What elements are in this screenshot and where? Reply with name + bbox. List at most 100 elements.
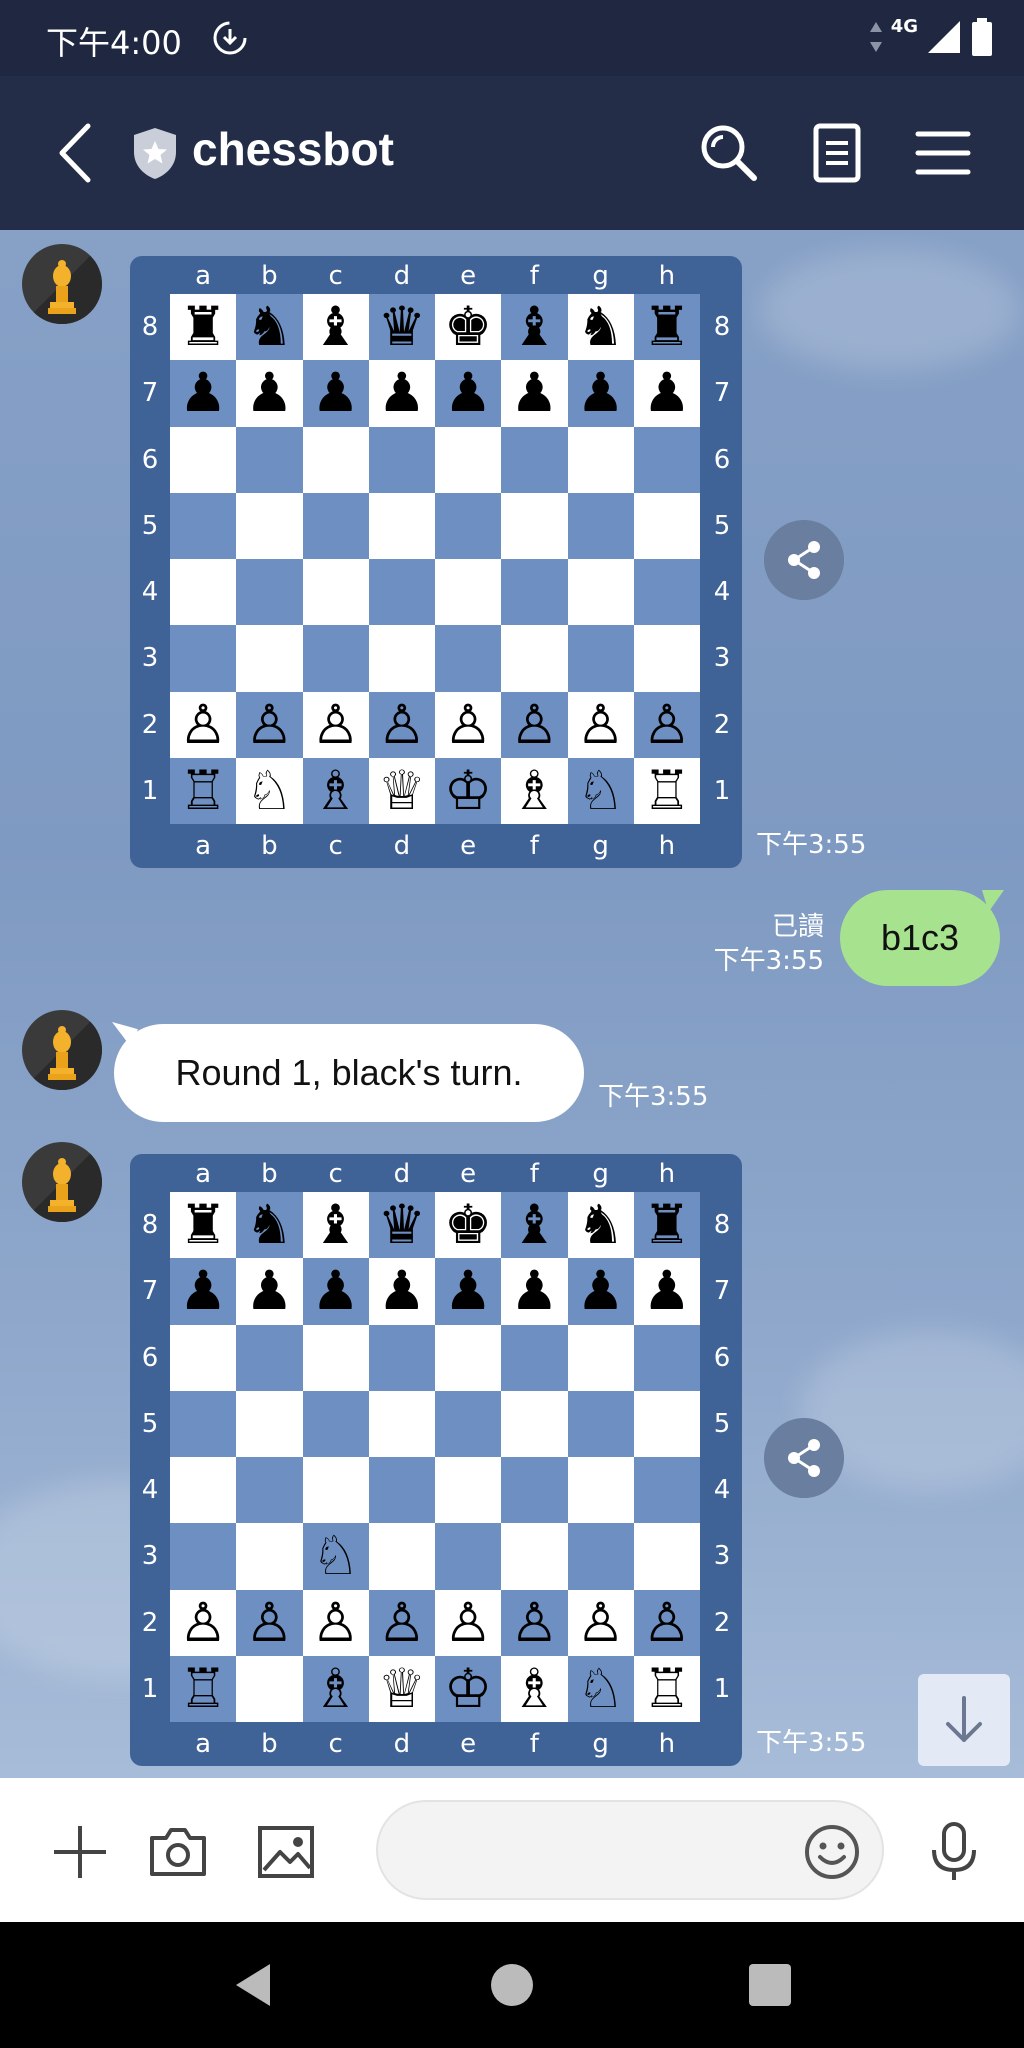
white-knight-icon[interactable]: ♘	[302, 1523, 369, 1590]
white-pawn-icon[interactable]: ♙	[170, 691, 237, 758]
white-rook-icon[interactable]: ♖	[170, 757, 237, 824]
search-icon[interactable]	[696, 120, 762, 186]
emoji-icon[interactable]	[802, 1822, 862, 1882]
microphone-icon[interactable]	[922, 1820, 986, 1884]
board-square[interactable]	[170, 1324, 237, 1391]
board-square[interactable]	[633, 1390, 700, 1457]
black-pawn-icon[interactable]: ♟	[567, 360, 634, 427]
black-bishop-icon[interactable]: ♝	[302, 1192, 369, 1259]
white-pawn-icon[interactable]: ♙	[501, 1589, 568, 1656]
board-square[interactable]	[368, 1324, 435, 1391]
board-square[interactable]	[501, 559, 568, 626]
board-square[interactable]	[236, 426, 303, 493]
share-button[interactable]	[764, 520, 844, 600]
black-king-icon[interactable]: ♚	[435, 1192, 502, 1259]
message-field[interactable]	[376, 1800, 884, 1900]
white-pawn-icon[interactable]: ♙	[435, 691, 502, 758]
board-square[interactable]	[368, 1390, 435, 1457]
board-square[interactable]	[435, 559, 502, 626]
black-bishop-icon[interactable]: ♝	[501, 1192, 568, 1259]
board-square[interactable]	[368, 492, 435, 559]
black-pawn-icon[interactable]: ♟	[236, 360, 303, 427]
board-square[interactable]	[435, 1457, 502, 1524]
black-knight-icon[interactable]: ♞	[567, 294, 634, 361]
black-pawn-icon[interactable]: ♟	[302, 360, 369, 427]
black-pawn-icon[interactable]: ♟	[302, 1258, 369, 1325]
board-square[interactable]	[567, 1390, 634, 1457]
black-pawn-icon[interactable]: ♟	[368, 360, 435, 427]
board-square[interactable]	[302, 559, 369, 626]
white-knight-icon[interactable]: ♘	[236, 757, 303, 824]
board-square[interactable]	[170, 1390, 237, 1457]
black-pawn-icon[interactable]: ♟	[633, 1258, 700, 1325]
white-bishop-icon[interactable]: ♗	[302, 757, 369, 824]
white-bishop-icon[interactable]: ♗	[302, 1655, 369, 1722]
black-queen-icon[interactable]: ♛	[368, 294, 435, 361]
board-square[interactable]	[435, 426, 502, 493]
board-square[interactable]	[236, 1655, 303, 1722]
black-rook-icon[interactable]: ♜	[170, 1192, 237, 1259]
board-square[interactable]	[501, 1523, 568, 1590]
black-queen-icon[interactable]: ♛	[368, 1192, 435, 1259]
board-square[interactable]	[170, 625, 237, 692]
board-square[interactable]	[435, 625, 502, 692]
board-square[interactable]	[501, 1457, 568, 1524]
white-pawn-icon[interactable]: ♙	[633, 1589, 700, 1656]
white-rook-icon[interactable]: ♖	[170, 1655, 237, 1722]
board-square[interactable]	[567, 1523, 634, 1590]
board-square[interactable]	[567, 426, 634, 493]
white-king-icon[interactable]: ♔	[435, 757, 502, 824]
chat-area[interactable]: abcdefgh 87654321 ♜ ♞ ♝ ♛ ♚ ♝ ♞ ♜ ♟ ♟ ♟ ♟ ♟ ♟ ♟ ♟ ♙ ♙ ♙ ♙ ♙ ♙…	[0, 230, 1024, 1778]
black-pawn-icon[interactable]: ♟	[633, 360, 700, 427]
board-square[interactable]	[633, 559, 700, 626]
board-square[interactable]	[501, 1324, 568, 1391]
board-square[interactable]	[368, 1523, 435, 1590]
board-square[interactable]	[501, 625, 568, 692]
board-square[interactable]	[302, 625, 369, 692]
board-square[interactable]	[435, 1324, 502, 1391]
message-input[interactable]	[408, 1802, 788, 1898]
white-pawn-icon[interactable]: ♙	[368, 691, 435, 758]
user-message-bubble[interactable]: b1c3	[840, 890, 1000, 986]
bot-avatar[interactable]	[22, 1142, 102, 1222]
black-bishop-icon[interactable]: ♝	[302, 294, 369, 361]
black-pawn-icon[interactable]: ♟	[501, 360, 568, 427]
white-pawn-icon[interactable]: ♙	[302, 1589, 369, 1656]
board-square[interactable]	[302, 1390, 369, 1457]
white-king-icon[interactable]: ♔	[435, 1655, 502, 1722]
bot-avatar[interactable]	[22, 244, 102, 324]
board-square[interactable]	[236, 492, 303, 559]
board-square[interactable]	[567, 1457, 634, 1524]
black-rook-icon[interactable]: ♜	[633, 1192, 700, 1259]
board-square[interactable]	[435, 492, 502, 559]
board-square[interactable]	[435, 1390, 502, 1457]
white-pawn-icon[interactable]: ♙	[567, 1589, 634, 1656]
board-square[interactable]	[236, 1457, 303, 1524]
board-square[interactable]	[501, 492, 568, 559]
board-square[interactable]	[170, 426, 237, 493]
board-square[interactable]	[633, 1457, 700, 1524]
board-square[interactable]	[567, 1324, 634, 1391]
black-pawn-icon[interactable]: ♟	[435, 360, 502, 427]
black-knight-icon[interactable]: ♞	[236, 1192, 303, 1259]
white-knight-icon[interactable]: ♘	[567, 1655, 634, 1722]
white-bishop-icon[interactable]: ♗	[501, 757, 568, 824]
board-square[interactable]	[302, 492, 369, 559]
white-pawn-icon[interactable]: ♙	[302, 691, 369, 758]
camera-icon[interactable]	[146, 1820, 210, 1884]
board-square[interactable]	[633, 492, 700, 559]
board-square[interactable]	[236, 1324, 303, 1391]
white-pawn-icon[interactable]: ♙	[501, 691, 568, 758]
black-knight-icon[interactable]: ♞	[567, 1192, 634, 1259]
plus-icon[interactable]	[48, 1820, 112, 1884]
white-bishop-icon[interactable]: ♗	[501, 1655, 568, 1722]
nav-home-icon[interactable]	[487, 1960, 537, 2010]
board-square[interactable]	[501, 1390, 568, 1457]
bot-avatar[interactable]	[22, 1010, 102, 1090]
black-pawn-icon[interactable]: ♟	[170, 1258, 237, 1325]
white-pawn-icon[interactable]: ♙	[170, 1589, 237, 1656]
board-square[interactable]	[302, 1324, 369, 1391]
board-square[interactable]	[501, 426, 568, 493]
black-pawn-icon[interactable]: ♟	[567, 1258, 634, 1325]
white-pawn-icon[interactable]: ♙	[368, 1589, 435, 1656]
